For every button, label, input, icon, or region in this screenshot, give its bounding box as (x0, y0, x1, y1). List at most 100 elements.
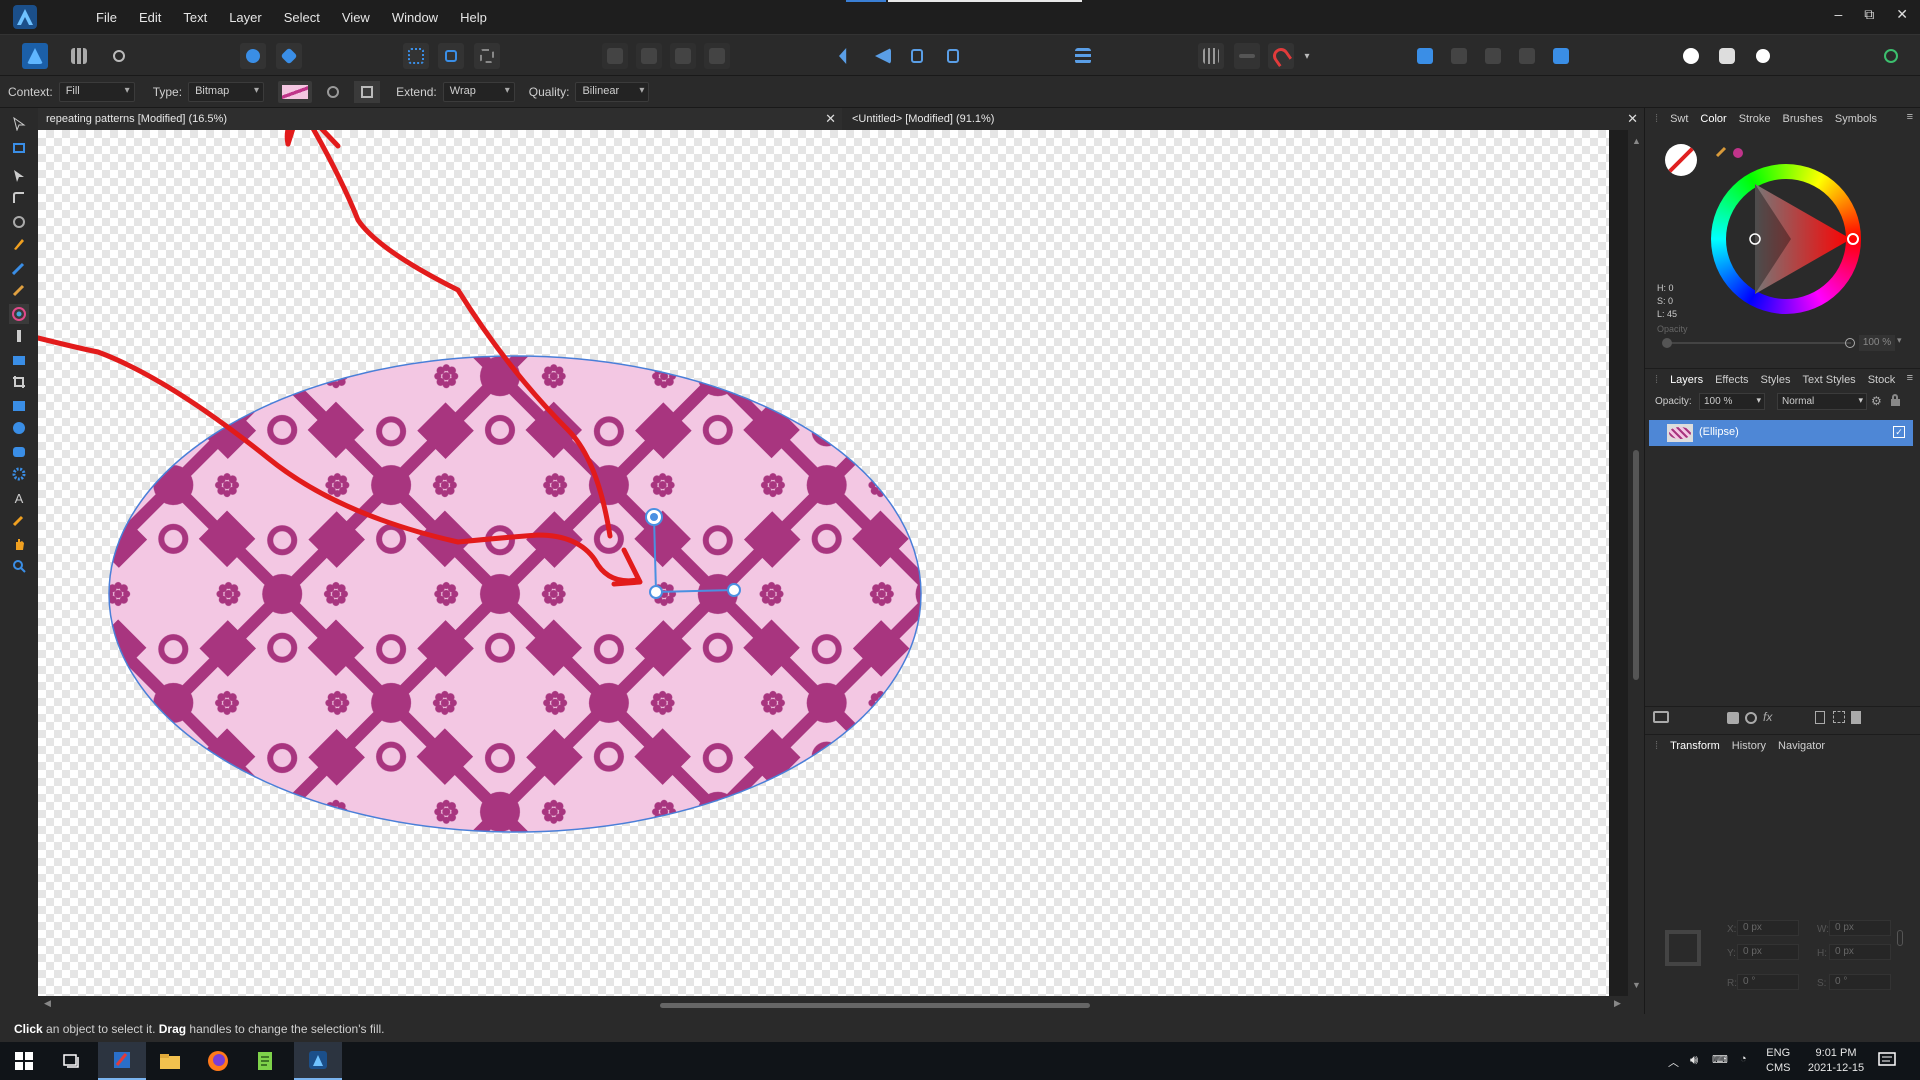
rectangle-tool-icon[interactable] (9, 396, 29, 416)
tab-history[interactable]: History (1732, 740, 1766, 752)
boolean-xor-icon[interactable] (1514, 43, 1540, 69)
tab-stroke[interactable]: Stroke (1739, 113, 1771, 125)
menu-file[interactable]: File (96, 10, 139, 25)
crop-tool-icon[interactable] (9, 372, 29, 392)
move-back-icon[interactable] (602, 43, 628, 69)
artistic-text-tool-icon[interactable]: A (9, 488, 29, 508)
layer-visibility-checkbox[interactable]: ✓ (1893, 426, 1905, 438)
place-image-tool-icon[interactable] (9, 350, 29, 370)
scroll-right-icon[interactable]: ▶ (1614, 998, 1621, 1009)
h-input[interactable]: 0 px (1829, 944, 1891, 960)
color-wheel[interactable] (1711, 164, 1861, 314)
blend-mode-select[interactable]: Normal ▾ (1777, 393, 1867, 410)
shear-input[interactable]: 0 ° (1829, 974, 1891, 990)
y-input[interactable]: 0 px (1737, 944, 1799, 960)
artboard-tool-icon[interactable] (9, 138, 29, 158)
tab-stock[interactable]: Stock (1868, 374, 1896, 386)
zoom-tool-icon[interactable] (9, 556, 29, 576)
boolean-add-icon[interactable] (1412, 43, 1438, 69)
lock-icon[interactable] (1891, 394, 1900, 406)
affinity-designer-taskbar-icon[interactable] (294, 1042, 342, 1080)
no-fill-swatch-icon[interactable] (1665, 144, 1697, 176)
opacity-input[interactable]: 100 % (1859, 335, 1895, 351)
node-tool-icon[interactable] (9, 166, 29, 186)
menu-view[interactable]: View (342, 10, 392, 25)
affinity-designer-logo-icon[interactable] (10, 2, 40, 32)
menu-text[interactable]: Text (183, 10, 229, 25)
clock[interactable]: 9:01 PM 2021-12-15 (1806, 1046, 1866, 1076)
canvas[interactable] (38, 130, 1609, 996)
vector-brush-tool-icon[interactable] (9, 280, 29, 300)
magnet-snapping-icon[interactable] (1268, 43, 1294, 69)
pen-tool-icon[interactable] (9, 234, 29, 254)
scroll-left-icon[interactable]: ◀ (44, 998, 51, 1009)
move-backward-icon[interactable] (636, 43, 662, 69)
tab-text-styles[interactable]: Text Styles (1803, 374, 1856, 386)
fill-scale-handle[interactable] (727, 583, 741, 597)
select-inverse-icon[interactable] (438, 43, 464, 69)
menu-help[interactable]: Help (460, 10, 509, 25)
tab-color[interactable]: Color (1700, 113, 1726, 125)
menu-layer[interactable]: Layer (229, 10, 284, 25)
adjustment-icon[interactable] (1745, 712, 1757, 724)
close-tab-icon[interactable]: ✕ (1627, 108, 1638, 130)
quality-select[interactable]: Bilinear (575, 81, 650, 102)
layer-opacity-input[interactable]: 100 % ▾ (1699, 393, 1765, 410)
type-select[interactable]: Bitmap (188, 81, 265, 102)
menu-edit[interactable]: Edit (139, 10, 183, 25)
flip-vertical-icon[interactable] (870, 43, 896, 69)
select-all-icon[interactable] (403, 43, 429, 69)
horizontal-scrollbar[interactable]: ◀ ▶ (38, 996, 1644, 1014)
snapping-ui-icon[interactable] (240, 43, 266, 69)
snapping-icon[interactable] (1198, 43, 1224, 69)
corner-tool-icon[interactable] (9, 188, 29, 208)
tab-symbols[interactable]: Symbols (1835, 113, 1877, 125)
screen-annotation-app-icon[interactable] (98, 1042, 146, 1080)
current-color-dot[interactable] (1733, 148, 1743, 158)
task-view-icon[interactable] (48, 1042, 96, 1080)
scroll-down-icon[interactable]: ▼ (1632, 980, 1641, 990)
fill-origin-handle[interactable] (649, 585, 663, 599)
anchor-selector-icon[interactable] (1665, 930, 1701, 966)
color-picker-tool-icon[interactable] (9, 510, 29, 530)
notifications-icon[interactable] (1878, 1052, 1896, 1068)
doc-tab-repeating-patterns[interactable]: repeating patterns [Modified] (16.5%) ✕ (38, 108, 842, 130)
link-aspect-icon[interactable] (1897, 930, 1903, 946)
w-input[interactable]: 0 px (1829, 920, 1891, 936)
insert-inside-icon[interactable] (1678, 43, 1704, 69)
rounded-rectangle-tool-icon[interactable] (9, 442, 29, 462)
firefox-icon[interactable] (194, 1042, 242, 1080)
move-front-icon[interactable] (704, 43, 730, 69)
insert-top-icon[interactable] (1750, 43, 1776, 69)
close-tab-icon[interactable]: ✕ (825, 108, 836, 130)
fill-swatch-button[interactable] (278, 80, 313, 103)
tab-effects[interactable]: Effects (1715, 374, 1748, 386)
user-account-icon[interactable] (1878, 43, 1904, 69)
rotate-right-icon[interactable] (940, 43, 966, 69)
move-forward-icon[interactable] (670, 43, 696, 69)
insert-behind-icon[interactable] (1714, 43, 1740, 69)
tab-swatches[interactable]: Swt (1670, 113, 1688, 125)
move-tool-icon[interactable] (9, 114, 29, 134)
fill-tool-icon[interactable] (9, 304, 29, 324)
transparency-tool-icon[interactable] (9, 326, 29, 346)
close-button[interactable]: ✕ (1896, 6, 1908, 23)
pencil-tool-icon[interactable] (9, 258, 29, 278)
designer-persona-icon[interactable] (22, 43, 48, 69)
snapping-options-icon[interactable] (1234, 43, 1260, 69)
fx-icon[interactable]: fx (1763, 710, 1772, 724)
rotate-left-icon[interactable] (904, 43, 930, 69)
pixel-persona-icon[interactable] (66, 43, 92, 69)
point-transform-tool-icon[interactable] (9, 212, 29, 232)
opacity-slider[interactable] (1662, 338, 1855, 348)
tab-styles[interactable]: Styles (1761, 374, 1791, 386)
select-deselect-icon[interactable] (474, 43, 500, 69)
share-icon[interactable] (106, 43, 132, 69)
tab-layers[interactable]: Layers (1670, 374, 1703, 386)
show-hidden-icons[interactable]: ︿ (1668, 1054, 1679, 1070)
add-pixel-layer-icon[interactable] (1815, 711, 1825, 724)
volume-icon[interactable]: 🔊︎ (1690, 1052, 1698, 1068)
view-tool-icon[interactable] (9, 534, 29, 554)
scroll-up-icon[interactable]: ▲ (1632, 136, 1641, 146)
reverse-fill-button[interactable] (320, 81, 346, 103)
